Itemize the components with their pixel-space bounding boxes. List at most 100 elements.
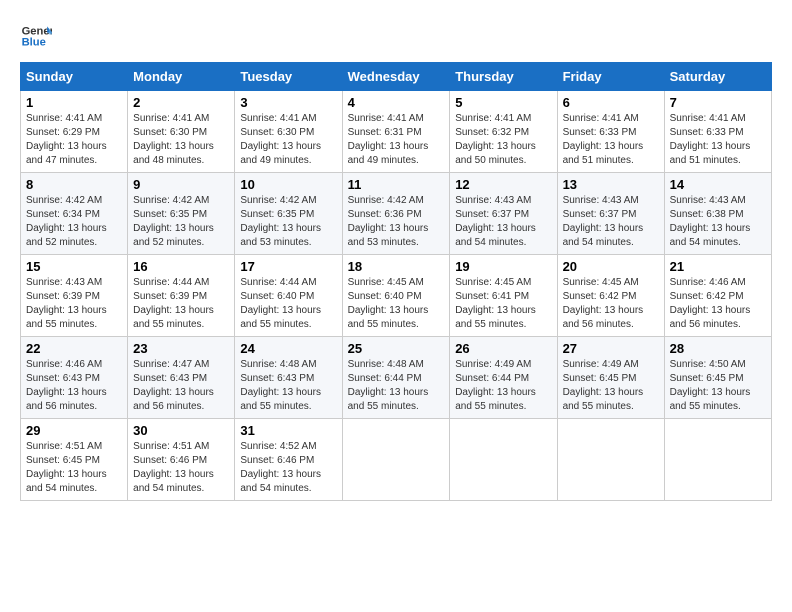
day-number: 23 [133,341,229,356]
day-number: 10 [240,177,336,192]
calendar-cell: 20 Sunrise: 4:45 AMSunset: 6:42 PMDaylig… [557,255,664,337]
weekday-header-wednesday: Wednesday [342,63,450,91]
day-info: Sunrise: 4:43 AMSunset: 6:38 PMDaylight:… [670,194,766,250]
calendar-cell: 2 Sunrise: 4:41 AMSunset: 6:30 PMDayligh… [128,91,235,173]
calendar-cell: 15 Sunrise: 4:43 AMSunset: 6:39 PMDaylig… [21,255,128,337]
calendar-header-row: SundayMondayTuesdayWednesdayThursdayFrid… [21,63,772,91]
calendar-cell: 28 Sunrise: 4:50 AMSunset: 6:45 PMDaylig… [664,337,771,419]
day-info: Sunrise: 4:41 AMSunset: 6:31 PMDaylight:… [348,112,445,168]
weekday-header-saturday: Saturday [664,63,771,91]
day-number: 20 [563,259,659,274]
calendar-cell [450,419,557,501]
calendar-week-2: 8 Sunrise: 4:42 AMSunset: 6:34 PMDayligh… [21,173,772,255]
day-number: 6 [563,95,659,110]
calendar-cell: 31 Sunrise: 4:52 AMSunset: 6:46 PMDaylig… [235,419,342,501]
day-info: Sunrise: 4:41 AMSunset: 6:32 PMDaylight:… [455,112,551,168]
calendar-table: SundayMondayTuesdayWednesdayThursdayFrid… [20,62,772,501]
calendar-cell: 24 Sunrise: 4:48 AMSunset: 6:43 PMDaylig… [235,337,342,419]
day-info: Sunrise: 4:42 AMSunset: 6:36 PMDaylight:… [348,194,445,250]
calendar-cell: 10 Sunrise: 4:42 AMSunset: 6:35 PMDaylig… [235,173,342,255]
day-info: Sunrise: 4:46 AMSunset: 6:42 PMDaylight:… [670,276,766,332]
calendar-cell: 22 Sunrise: 4:46 AMSunset: 6:43 PMDaylig… [21,337,128,419]
day-number: 17 [240,259,336,274]
day-number: 12 [455,177,551,192]
day-info: Sunrise: 4:48 AMSunset: 6:43 PMDaylight:… [240,358,336,414]
calendar-cell: 4 Sunrise: 4:41 AMSunset: 6:31 PMDayligh… [342,91,450,173]
calendar-week-4: 22 Sunrise: 4:46 AMSunset: 6:43 PMDaylig… [21,337,772,419]
day-info: Sunrise: 4:49 AMSunset: 6:44 PMDaylight:… [455,358,551,414]
calendar-cell: 17 Sunrise: 4:44 AMSunset: 6:40 PMDaylig… [235,255,342,337]
day-number: 16 [133,259,229,274]
day-info: Sunrise: 4:42 AMSunset: 6:35 PMDaylight:… [133,194,229,250]
calendar-cell: 30 Sunrise: 4:51 AMSunset: 6:46 PMDaylig… [128,419,235,501]
calendar-cell: 27 Sunrise: 4:49 AMSunset: 6:45 PMDaylig… [557,337,664,419]
day-info: Sunrise: 4:48 AMSunset: 6:44 PMDaylight:… [348,358,445,414]
day-info: Sunrise: 4:43 AMSunset: 6:37 PMDaylight:… [563,194,659,250]
day-info: Sunrise: 4:50 AMSunset: 6:45 PMDaylight:… [670,358,766,414]
calendar-cell: 3 Sunrise: 4:41 AMSunset: 6:30 PMDayligh… [235,91,342,173]
page-header: General Blue [20,20,772,52]
day-number: 28 [670,341,766,356]
day-info: Sunrise: 4:42 AMSunset: 6:35 PMDaylight:… [240,194,336,250]
calendar-cell: 16 Sunrise: 4:44 AMSunset: 6:39 PMDaylig… [128,255,235,337]
day-number: 14 [670,177,766,192]
calendar-week-3: 15 Sunrise: 4:43 AMSunset: 6:39 PMDaylig… [21,255,772,337]
calendar-cell: 25 Sunrise: 4:48 AMSunset: 6:44 PMDaylig… [342,337,450,419]
day-number: 8 [26,177,122,192]
day-number: 21 [670,259,766,274]
calendar-cell: 14 Sunrise: 4:43 AMSunset: 6:38 PMDaylig… [664,173,771,255]
day-info: Sunrise: 4:44 AMSunset: 6:39 PMDaylight:… [133,276,229,332]
svg-text:Blue: Blue [22,37,46,49]
day-number: 19 [455,259,551,274]
weekday-header-monday: Monday [128,63,235,91]
weekday-header-tuesday: Tuesday [235,63,342,91]
day-number: 25 [348,341,445,356]
day-info: Sunrise: 4:44 AMSunset: 6:40 PMDaylight:… [240,276,336,332]
day-number: 2 [133,95,229,110]
day-info: Sunrise: 4:41 AMSunset: 6:29 PMDaylight:… [26,112,122,168]
day-number: 24 [240,341,336,356]
calendar-cell [342,419,450,501]
day-info: Sunrise: 4:42 AMSunset: 6:34 PMDaylight:… [26,194,122,250]
day-info: Sunrise: 4:51 AMSunset: 6:45 PMDaylight:… [26,440,122,496]
day-number: 7 [670,95,766,110]
calendar-cell: 26 Sunrise: 4:49 AMSunset: 6:44 PMDaylig… [450,337,557,419]
calendar-week-1: 1 Sunrise: 4:41 AMSunset: 6:29 PMDayligh… [21,91,772,173]
calendar-cell: 9 Sunrise: 4:42 AMSunset: 6:35 PMDayligh… [128,173,235,255]
calendar-week-5: 29 Sunrise: 4:51 AMSunset: 6:45 PMDaylig… [21,419,772,501]
calendar-cell [664,419,771,501]
day-info: Sunrise: 4:43 AMSunset: 6:39 PMDaylight:… [26,276,122,332]
day-info: Sunrise: 4:47 AMSunset: 6:43 PMDaylight:… [133,358,229,414]
calendar-cell: 7 Sunrise: 4:41 AMSunset: 6:33 PMDayligh… [664,91,771,173]
day-number: 29 [26,423,122,438]
calendar-cell: 6 Sunrise: 4:41 AMSunset: 6:33 PMDayligh… [557,91,664,173]
day-number: 15 [26,259,122,274]
day-info: Sunrise: 4:45 AMSunset: 6:42 PMDaylight:… [563,276,659,332]
calendar-cell: 18 Sunrise: 4:45 AMSunset: 6:40 PMDaylig… [342,255,450,337]
day-number: 18 [348,259,445,274]
day-info: Sunrise: 4:41 AMSunset: 6:33 PMDaylight:… [670,112,766,168]
day-info: Sunrise: 4:46 AMSunset: 6:43 PMDaylight:… [26,358,122,414]
day-number: 9 [133,177,229,192]
weekday-header-sunday: Sunday [21,63,128,91]
day-number: 26 [455,341,551,356]
logo-icon: General Blue [20,20,52,52]
day-number: 5 [455,95,551,110]
day-number: 1 [26,95,122,110]
day-info: Sunrise: 4:51 AMSunset: 6:46 PMDaylight:… [133,440,229,496]
calendar-cell: 19 Sunrise: 4:45 AMSunset: 6:41 PMDaylig… [450,255,557,337]
day-number: 4 [348,95,445,110]
day-info: Sunrise: 4:49 AMSunset: 6:45 PMDaylight:… [563,358,659,414]
day-number: 27 [563,341,659,356]
day-info: Sunrise: 4:43 AMSunset: 6:37 PMDaylight:… [455,194,551,250]
day-info: Sunrise: 4:41 AMSunset: 6:30 PMDaylight:… [133,112,229,168]
calendar-cell: 29 Sunrise: 4:51 AMSunset: 6:45 PMDaylig… [21,419,128,501]
calendar-cell: 12 Sunrise: 4:43 AMSunset: 6:37 PMDaylig… [450,173,557,255]
calendar-cell: 8 Sunrise: 4:42 AMSunset: 6:34 PMDayligh… [21,173,128,255]
day-info: Sunrise: 4:45 AMSunset: 6:41 PMDaylight:… [455,276,551,332]
day-number: 31 [240,423,336,438]
calendar-cell: 13 Sunrise: 4:43 AMSunset: 6:37 PMDaylig… [557,173,664,255]
day-number: 3 [240,95,336,110]
calendar-cell [557,419,664,501]
calendar-cell: 23 Sunrise: 4:47 AMSunset: 6:43 PMDaylig… [128,337,235,419]
